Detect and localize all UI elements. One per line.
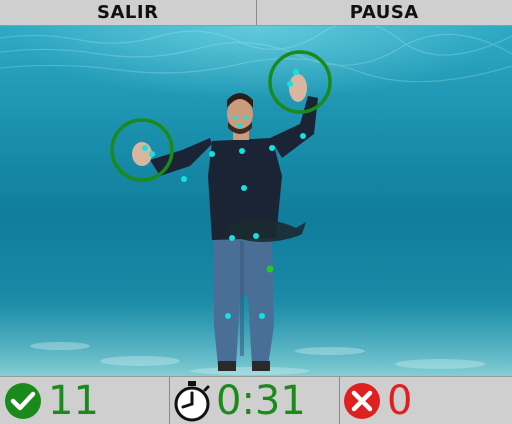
pause-button[interactable]: PAUSA [255,0,512,25]
underwater-camera-view [0,26,512,376]
check-circle-icon [5,382,41,419]
water-caustics [0,26,512,83]
stopwatch-icon [174,380,210,421]
timer-value: 0:31 [216,377,306,424]
divider [339,377,340,424]
correct-counter: 11 [4,377,99,424]
shark-shadow [228,219,306,242]
game-scene [0,26,512,376]
divider [169,377,170,424]
hip-marker [266,265,274,273]
exit-button[interactable]: SALIR [0,0,256,25]
score-bar: 11 0:31 0 [0,376,512,424]
top-bar: SALIR PAUSA [0,0,512,26]
wrong-count: 0 [387,377,413,424]
wrong-counter: 0 [343,377,412,424]
correct-count: 11 [48,377,99,424]
timer: 0:31 [172,377,306,424]
x-circle-icon [344,382,380,419]
